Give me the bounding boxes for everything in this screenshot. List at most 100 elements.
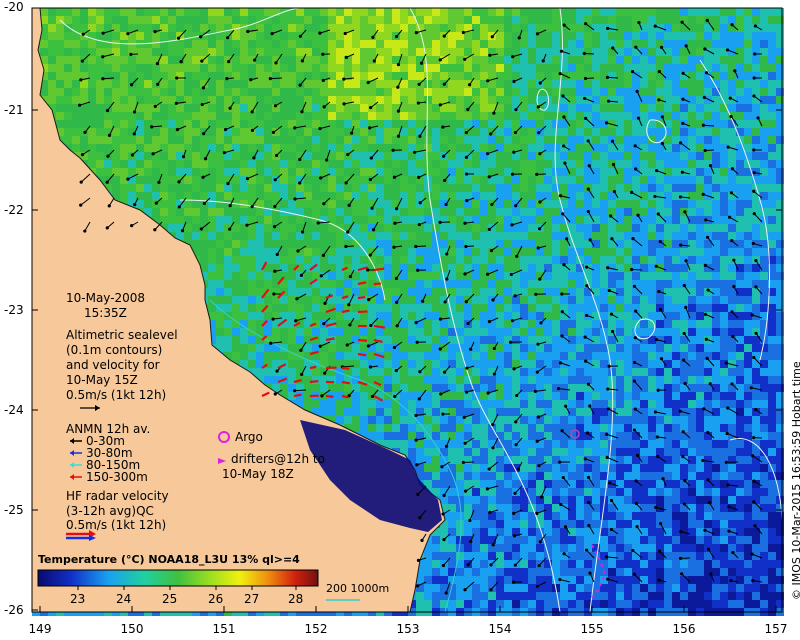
sst-cell (576, 304, 584, 312)
sst-cell (520, 16, 528, 24)
sst-cell (776, 24, 784, 32)
sst-cell (48, 32, 56, 40)
sst-cell (280, 328, 288, 336)
sst-cell (88, 160, 96, 168)
sst-cell (744, 408, 752, 416)
sst-cell (328, 16, 336, 24)
sst-cell (536, 176, 544, 184)
sst-cell (72, 112, 80, 120)
sst-cell (776, 248, 784, 256)
sst-cell (464, 336, 472, 344)
sst-cell (352, 200, 360, 208)
sst-cell (288, 16, 296, 24)
sst-cell (592, 48, 600, 56)
sst-cell (544, 152, 552, 160)
sst-cell (216, 40, 224, 48)
sst-cell (480, 352, 488, 360)
sst-cell (704, 296, 712, 304)
sst-cell (128, 16, 136, 24)
sst-cell (496, 424, 504, 432)
sst-cell (392, 352, 400, 360)
sst-cell (312, 8, 320, 16)
sst-cell (568, 80, 576, 88)
sst-cell (312, 328, 320, 336)
sst-cell (112, 72, 120, 80)
sst-cell (344, 200, 352, 208)
sst-cell (392, 312, 400, 320)
sst-cell (232, 64, 240, 72)
sst-cell (224, 160, 232, 168)
sst-cell (776, 168, 784, 176)
sst-cell (568, 200, 576, 208)
sst-cell (472, 344, 480, 352)
sst-cell (312, 24, 320, 32)
sst-cell (704, 272, 712, 280)
sst-cell (696, 288, 704, 296)
sst-cell (656, 416, 664, 424)
sst-cell (360, 424, 368, 432)
sst-cell (360, 392, 368, 400)
sst-cell (704, 328, 712, 336)
sst-cell (440, 336, 448, 344)
sst-cell (504, 296, 512, 304)
sst-cell (440, 72, 448, 80)
sst-cell (728, 200, 736, 208)
sst-cell (200, 160, 208, 168)
sst-cell (592, 120, 600, 128)
sst-cell (664, 216, 672, 224)
sst-cell (632, 312, 640, 320)
sst-cell (632, 8, 640, 16)
sst-cell (664, 56, 672, 64)
sst-cell (272, 120, 280, 128)
sst-cell (528, 176, 536, 184)
sst-cell (208, 208, 216, 216)
sst-cell (688, 160, 696, 168)
sst-cell (552, 408, 560, 416)
sst-cell (528, 304, 536, 312)
sst-cell (552, 344, 560, 352)
sst-cell (520, 56, 528, 64)
sst-cell (264, 120, 272, 128)
sst-cell (248, 344, 256, 352)
sst-cell (168, 72, 176, 80)
sst-cell (304, 160, 312, 168)
sst-cell (320, 208, 328, 216)
sst-cell (264, 184, 272, 192)
sst-cell (384, 72, 392, 80)
sst-cell (672, 184, 680, 192)
sst-cell (560, 384, 568, 392)
sst-cell (536, 64, 544, 72)
sst-cell (696, 424, 704, 432)
sst-cell (624, 384, 632, 392)
sst-cell (688, 408, 696, 416)
sst-cell (248, 136, 256, 144)
sst-cell (568, 152, 576, 160)
sst-cell (88, 80, 96, 88)
sst-cell (696, 352, 704, 360)
sst-cell (752, 160, 760, 168)
sst-cell (424, 208, 432, 216)
sst-cell (400, 112, 408, 120)
sst-cell (392, 264, 400, 272)
sst-cell (616, 120, 624, 128)
sst-cell (632, 120, 640, 128)
sst-cell (248, 144, 256, 152)
sst-cell (424, 408, 432, 416)
sst-cell (616, 40, 624, 48)
sst-cell (504, 320, 512, 328)
sst-cell (744, 264, 752, 272)
sst-cell (680, 264, 688, 272)
sst-cell (592, 392, 600, 400)
sst-cell (776, 56, 784, 64)
sst-cell (688, 376, 696, 384)
sst-cell (352, 40, 360, 48)
sst-cell (480, 192, 488, 200)
sst-cell (336, 208, 344, 216)
sst-cell (104, 16, 112, 24)
sst-cell (288, 248, 296, 256)
sst-cell (616, 240, 624, 248)
sst-cell (736, 192, 744, 200)
sst-cell (488, 40, 496, 48)
sst-cell (664, 352, 672, 360)
sst-cell (760, 80, 768, 88)
